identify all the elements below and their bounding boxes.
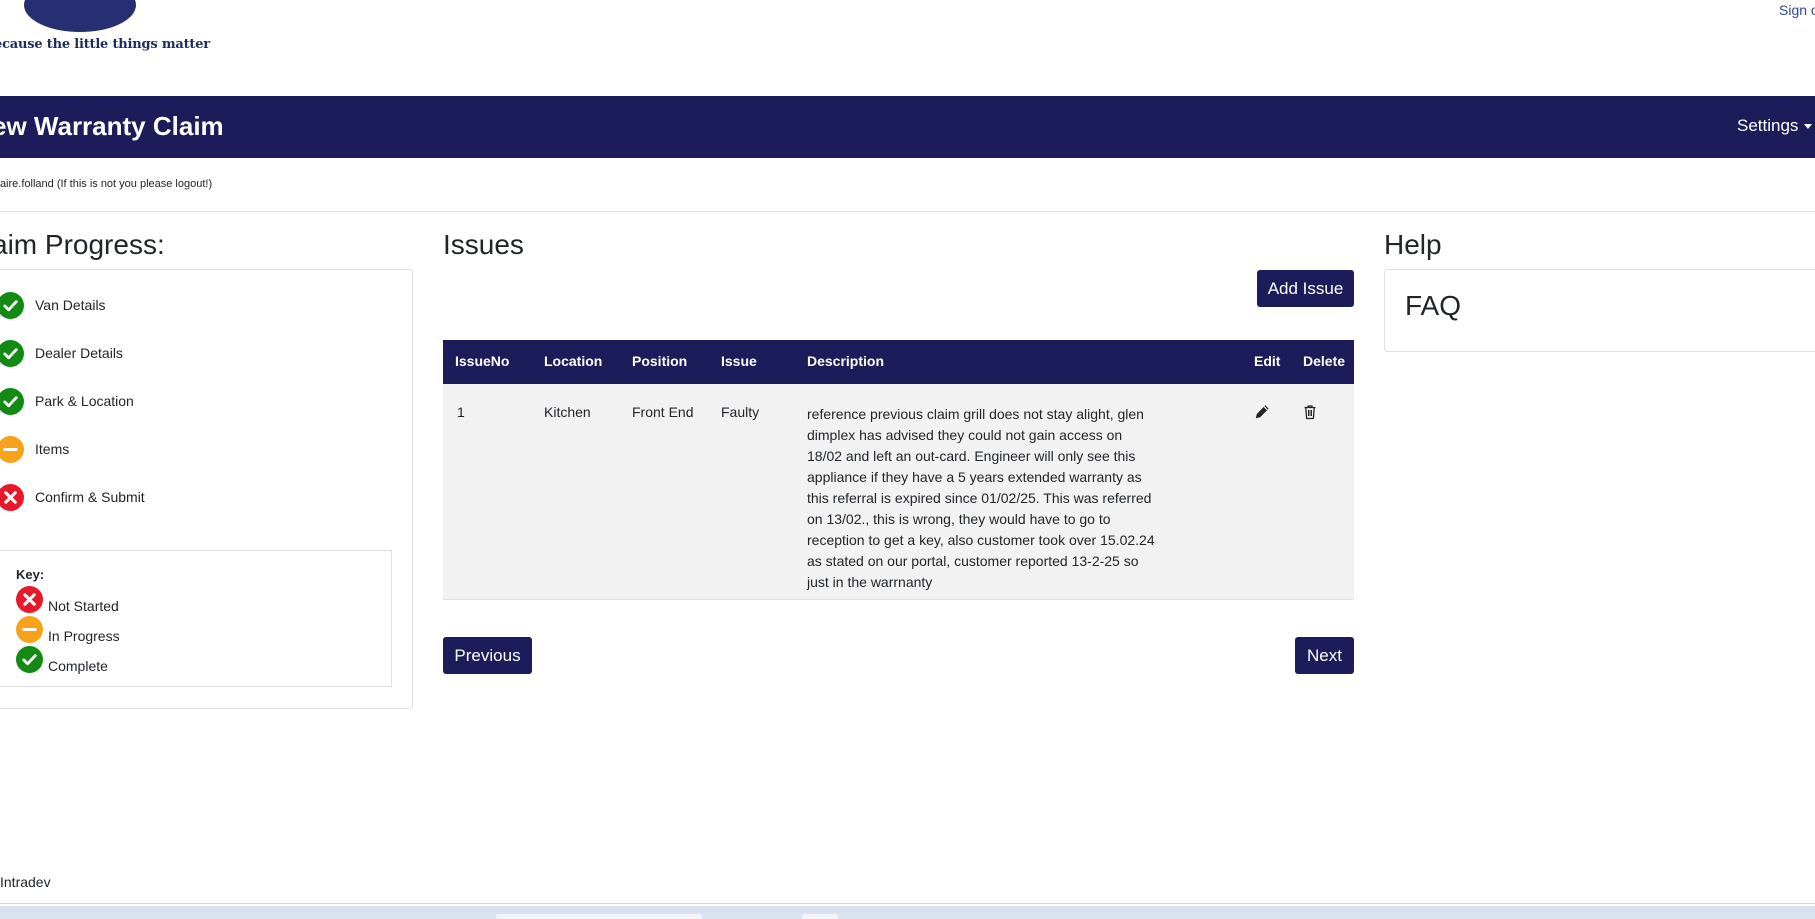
step-label: Items (35, 441, 70, 457)
faq-link[interactable]: FAQ (1405, 290, 1461, 322)
progress-step-confirm-submit: Confirm & Submit (0, 482, 145, 512)
issues-heading: Issues (443, 229, 524, 260)
key-label: Not Started (48, 598, 119, 614)
taskbar-search-box[interactable] (496, 914, 702, 919)
x-circle-icon (0, 483, 24, 511)
check-circle-icon (0, 291, 24, 319)
logged-in-user-notice: claire.folland (If this is not you pleas… (0, 178, 213, 190)
column-header-issue: Issue (721, 353, 757, 369)
step-label: Dealer Details (35, 345, 123, 361)
company-logo: ecause the little things matter (0, 0, 210, 60)
add-issue-button[interactable]: Add Issue (1257, 270, 1354, 307)
table-row: 1 Kitchen Front End Faulty reference pre… (443, 384, 1354, 600)
issues-table: IssueNo Location Position Issue Descript… (443, 340, 1354, 600)
key-label: Complete (48, 658, 108, 674)
column-header-description: Description (807, 353, 885, 369)
help-panel: FAQ (1384, 269, 1815, 352)
footer-text: Intradev (0, 874, 51, 890)
top-navbar: ew Warranty Claim Settings (0, 96, 1815, 158)
divider (0, 211, 1815, 212)
column-header-delete: Delete (1303, 353, 1346, 369)
claim-progress-heading: aim Progress: (0, 229, 165, 260)
settings-dropdown[interactable]: Settings (1737, 116, 1813, 136)
help-heading: Help (1384, 229, 1442, 260)
page-title: ew Warranty Claim (0, 111, 224, 141)
step-label: Van Details (35, 297, 106, 313)
logo-tagline: ecause the little things matter (0, 37, 210, 52)
check-circle-icon (0, 387, 24, 415)
cell-issue: Faulty (721, 404, 760, 420)
column-header-edit: Edit (1254, 353, 1281, 369)
logo-mark (24, 0, 136, 32)
progress-step-park-location: Park & Location (0, 386, 134, 416)
progress-step-van-details: Van Details (0, 290, 106, 320)
column-header-location: Location (544, 353, 603, 369)
key-title: Key: (16, 567, 45, 582)
check-circle-icon (0, 339, 24, 367)
check-circle-icon (16, 646, 43, 673)
sign-out-link[interactable]: Sign o (1779, 2, 1815, 18)
step-label: Confirm & Submit (35, 489, 145, 505)
os-taskbar (0, 906, 1815, 919)
next-button[interactable]: Next (1295, 637, 1354, 674)
caret-down-icon (1804, 124, 1813, 130)
minus-circle-icon (16, 616, 43, 643)
progress-step-dealer-details: Dealer Details (0, 338, 123, 368)
cell-description: reference previous claim grill does not … (807, 406, 1155, 590)
column-header-issue-no: IssueNo (455, 353, 510, 369)
pencil-icon[interactable] (1254, 404, 1270, 420)
settings-label: Settings (1737, 116, 1799, 135)
key-label: In Progress (48, 628, 120, 644)
cell-position: Front End (632, 404, 694, 420)
table-header: IssueNo Location Position Issue Descript… (443, 340, 1354, 384)
taskbar-app-icon[interactable] (802, 914, 838, 919)
cell-issue-no: 1 (457, 404, 465, 420)
cell-location: Kitchen (544, 404, 591, 420)
step-label: Park & Location (35, 393, 134, 409)
previous-button[interactable]: Previous (443, 637, 532, 674)
minus-circle-icon (0, 435, 24, 463)
progress-step-items: Items (0, 434, 69, 464)
status-key-box: Key: Not Started In Progress Complete (0, 550, 392, 687)
footer-divider (0, 903, 1815, 904)
column-header-position: Position (632, 353, 688, 369)
x-circle-icon (16, 586, 43, 613)
trash-icon[interactable] (1302, 404, 1318, 420)
